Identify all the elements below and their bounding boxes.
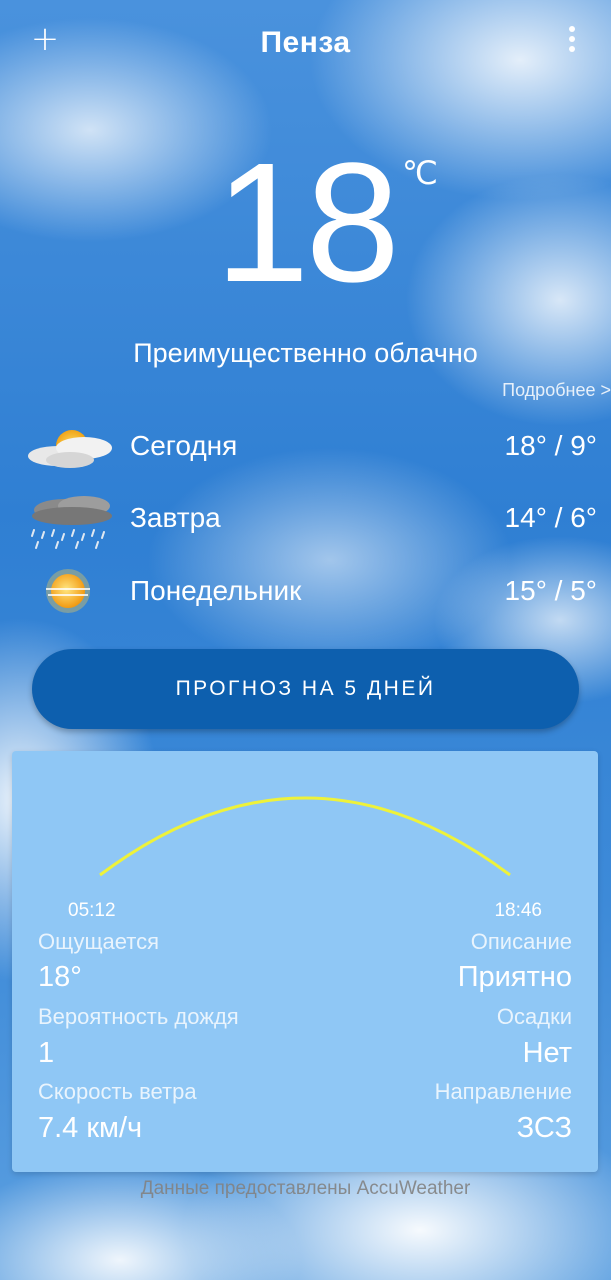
top-bar: + Пенза — [0, 0, 611, 90]
feels-like-value: 18° — [38, 961, 82, 993]
forecast-row-tomorrow[interactable]: Завтра 14° / 6° — [0, 490, 611, 550]
wind-speed-value: 7.4 км/ч — [38, 1112, 143, 1144]
five-day-forecast-button[interactable]: ПРОГНОЗ НА 5 ДНЕЙ — [32, 649, 579, 729]
city-title: Пенза — [260, 26, 351, 59]
details-link[interactable]: Подробнее > — [502, 380, 611, 401]
rain-chance-value: 1 — [38, 1037, 55, 1069]
details-card: 05:12 18:46 Ощущается Описание 18° Прият… — [12, 751, 598, 1172]
sunset-time: 18:46 — [494, 900, 542, 921]
wind-speed-label: Скорость ветра — [38, 1079, 197, 1104]
wind-direction-value: ЗСЗ — [516, 1112, 572, 1144]
partly-cloudy-sun-icon — [28, 430, 112, 468]
forecast-day: Завтра — [130, 502, 221, 533]
forecast-range: 14° / 6° — [504, 502, 597, 533]
forecast-day: Сегодня — [130, 430, 238, 461]
forecast-row-monday[interactable]: Понедельник 15° / 5° — [0, 563, 611, 623]
forecast-range: 18° / 9° — [504, 430, 597, 461]
current-temperature: 18 — [214, 128, 400, 318]
sun-path-arc — [99, 796, 511, 877]
forecast-day: Понедельник — [130, 575, 302, 606]
feels-like-label: Ощущается — [38, 929, 160, 954]
hazy-sun-icon — [46, 569, 90, 613]
description-value: Приятно — [457, 961, 572, 993]
current-condition: Преимущественно облачно — [133, 338, 478, 368]
precipitation-label: Осадки — [496, 1004, 572, 1029]
overflow-menu-icon[interactable] — [567, 26, 577, 56]
rain-cloud-icon — [31, 496, 112, 549]
sunrise-time: 05:12 — [68, 900, 116, 921]
forecast-row-today[interactable]: Сегодня 18° / 9° — [0, 418, 611, 478]
data-provider-credit[interactable]: Данные предоставлены AccuWeather — [0, 1178, 611, 1200]
rain-chance-label: Вероятность дождя — [38, 1004, 239, 1029]
forecast-range: 15° / 5° — [504, 575, 597, 606]
temperature-unit: ℃ — [402, 155, 438, 191]
description-label: Описание — [470, 929, 572, 954]
wind-direction-label: Направление — [434, 1079, 572, 1104]
precipitation-value: Нет — [522, 1037, 572, 1069]
